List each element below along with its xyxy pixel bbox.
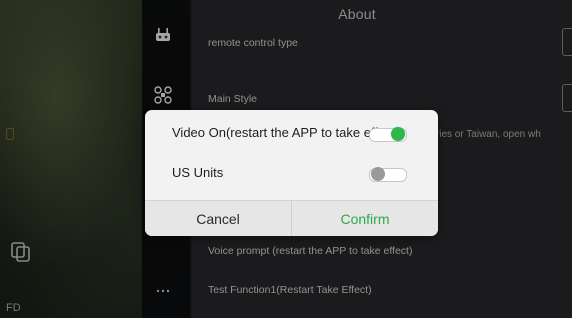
us-units-toggle[interactable] <box>369 167 407 182</box>
toggle-knob <box>391 127 405 141</box>
dialog-footer: Cancel Confirm <box>145 200 438 236</box>
video-on-label: Video On(restart the APP to take effect) <box>172 125 384 140</box>
dialog-option-video-on: Video On(restart the APP to take effect) <box>145 114 438 154</box>
app-screen: FD About remote control type Main Style … <box>0 0 572 318</box>
video-on-toggle[interactable] <box>369 127 407 142</box>
settings-dialog: Video On(restart the APP to take effect)… <box>145 110 438 236</box>
confirm-button[interactable]: Confirm <box>292 201 438 236</box>
toggle-knob <box>371 167 385 181</box>
cancel-button[interactable]: Cancel <box>145 201 291 236</box>
dialog-option-us-units: US Units <box>145 154 438 194</box>
us-units-label: US Units <box>172 165 224 180</box>
